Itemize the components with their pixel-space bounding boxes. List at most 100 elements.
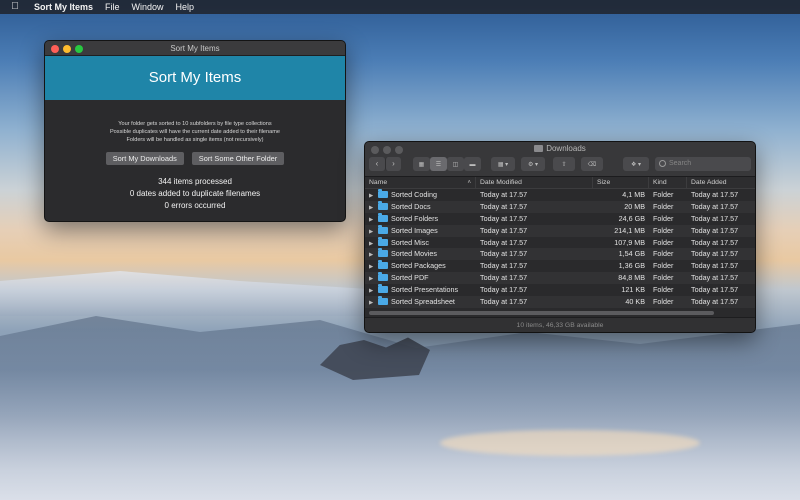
size-cell: 24,6 GB	[618, 213, 645, 223]
file-name: Sorted PDF	[391, 273, 429, 283]
date-added-cell: Today at 17.57	[691, 261, 739, 271]
menu-help[interactable]: Help	[176, 0, 195, 14]
disclosure-triangle-icon[interactable]: ▶	[369, 286, 378, 296]
sort-my-downloads-button[interactable]: Sort My Downloads	[105, 152, 184, 165]
disclosure-triangle-icon[interactable]: ▶	[369, 215, 378, 225]
zoom-button[interactable]	[75, 44, 83, 53]
table-row[interactable]: ▶ Sorted Images Today at 17.57 214,1 MB Fold…	[365, 224, 755, 237]
tag-button[interactable]: ⌫	[581, 157, 603, 171]
file-name-cell[interactable]: ▶ Sorted Misc	[365, 236, 476, 249]
icon-view-button[interactable]: ▦	[413, 157, 430, 171]
table-row[interactable]: ▶ Sorted Misc Today at 17.57 107,9 MB Folder…	[365, 236, 755, 249]
search-placeholder: Search	[669, 160, 692, 167]
apple-menu-icon[interactable]: 	[10, 0, 20, 14]
columns-icon: ◫	[452, 162, 459, 168]
file-name: Sorted Spreadsheet	[391, 297, 455, 307]
share-icon: ⇧	[561, 162, 567, 168]
disclosure-triangle-icon[interactable]: ▶	[369, 203, 378, 213]
date-modified-cell: Today at 17.57	[480, 201, 528, 211]
file-name-cell[interactable]: ▶ Sorted Docs	[365, 200, 476, 213]
file-list: ▶ Sorted Coding Today at 17.57 4,1 MB Folder…	[365, 189, 755, 309]
column-headers: Name ˄ Date Modified Size Kind Date Added	[365, 177, 755, 189]
minimize-button[interactable]	[63, 44, 71, 53]
date-added-cell: Today at 17.57	[691, 237, 739, 247]
disclosure-triangle-icon[interactable]: ▶	[369, 262, 378, 272]
disclosure-triangle-icon[interactable]: ▶	[369, 191, 378, 201]
date-added-cell: Today at 17.57	[691, 297, 739, 307]
table-row[interactable]: ▶ Sorted Folders Today at 17.57 24,6 GB Fold…	[365, 212, 755, 225]
column-header-kind[interactable]: Kind	[649, 177, 687, 188]
date-added-cell: Today at 17.57	[691, 273, 739, 283]
back-button[interactable]: ‹	[369, 157, 385, 171]
gallery-view-button[interactable]: ▬	[464, 157, 481, 171]
file-name-cell[interactable]: ▶ Sorted PDF	[365, 272, 476, 284]
window-titlebar[interactable]: Sort My Items	[45, 41, 345, 56]
items-processed-text: 344 items processed	[158, 177, 232, 186]
sort-my-items-window: Sort My Items Sort My Items Your folder …	[44, 40, 346, 222]
kind-cell: Folder	[653, 249, 674, 259]
column-header-size[interactable]: Size	[593, 177, 649, 188]
group-by-button[interactable]: ▦ ▾	[491, 157, 515, 171]
size-cell: 107,9 MB	[614, 237, 645, 247]
menu-app-name[interactable]: Sort My Items	[34, 0, 93, 14]
file-name-cell[interactable]: ▶ Sorted Spreadsheet	[365, 296, 476, 308]
disclosure-triangle-icon[interactable]: ▶	[369, 250, 378, 260]
sort-other-folder-button[interactable]: Sort Some Other Folder	[191, 152, 285, 165]
table-row[interactable]: ▶ Sorted Movies Today at 17.57 1,54 GB Folde…	[365, 248, 755, 261]
table-row[interactable]: ▶ Sorted Packages Today at 17.57 1,36 GB Fol…	[365, 260, 755, 273]
finder-toolbar[interactable]: Downloads ‹ › ▦ ☰ ◫ ▬ ▦ ▾ ⚙ ▾ ⇧ ⌫ ❖ ▾ Se…	[365, 142, 755, 177]
kind-cell: Folder	[653, 297, 674, 307]
chevron-left-icon: ‹	[375, 159, 379, 168]
date-modified-cell: Today at 17.57	[480, 225, 528, 235]
file-name-cell[interactable]: ▶ Sorted Images	[365, 224, 476, 237]
action-menu-button[interactable]: ⚙ ▾	[521, 157, 545, 171]
wallpaper-sunlight	[440, 430, 700, 456]
file-name-cell[interactable]: ▶ Sorted Movies	[365, 248, 476, 260]
dates-added-text: 0 dates added to duplicate filenames	[129, 189, 261, 198]
table-row[interactable]: ▶ Sorted Coding Today at 17.57 4,1 MB Folder…	[365, 189, 755, 201]
table-row[interactable]: ▶ Sorted Docs Today at 17.57 20 MB Folder Tod…	[365, 200, 755, 213]
dropbox-button[interactable]: ❖ ▾	[623, 157, 649, 171]
file-name-cell[interactable]: ▶ Sorted Packages	[365, 260, 476, 272]
finder-title-text: Downloads	[546, 144, 586, 153]
column-header-name[interactable]: Name ˄	[365, 177, 476, 188]
finder-title: Downloads	[365, 143, 755, 155]
column-header-date-modified[interactable]: Date Modified	[476, 177, 593, 188]
folder-icon	[378, 189, 388, 198]
column-view-button[interactable]: ◫	[447, 157, 464, 171]
menu-file[interactable]: File	[105, 0, 120, 14]
menu-window[interactable]: Window	[132, 0, 164, 14]
horizontal-scrollbar[interactable]	[365, 309, 755, 317]
disclosure-triangle-icon[interactable]: ▶	[369, 274, 378, 284]
disclosure-triangle-icon[interactable]: ▶	[369, 227, 378, 237]
size-cell: 4,1 MB	[622, 190, 645, 199]
file-name: Sorted Misc	[391, 237, 429, 247]
kind-cell: Folder	[653, 201, 674, 211]
result-stats: 344 items processed 0 dates added to dup…	[45, 176, 345, 212]
file-name-cell[interactable]: ▶ Sorted Presentations	[365, 284, 476, 296]
search-field[interactable]: Search	[655, 157, 751, 171]
scrollbar-thumb[interactable]	[369, 311, 714, 315]
column-header-date-added[interactable]: Date Added	[687, 177, 755, 188]
search-icon	[659, 160, 666, 167]
downloads-finder-window: Downloads ‹ › ▦ ☰ ◫ ▬ ▦ ▾ ⚙ ▾ ⇧ ⌫ ❖ ▾ Se…	[364, 141, 756, 333]
disclosure-triangle-icon[interactable]: ▶	[369, 239, 378, 249]
date-added-cell: Today at 17.57	[691, 190, 739, 199]
window-controls	[51, 44, 87, 53]
disclosure-triangle-icon[interactable]: ▶	[369, 298, 378, 308]
kind-cell: Folder	[653, 190, 674, 199]
share-button[interactable]: ⇧	[553, 157, 575, 171]
file-name: Sorted Docs	[391, 201, 431, 211]
errors-text: 0 errors occurred	[164, 201, 226, 210]
folder-icon	[378, 284, 388, 294]
forward-button[interactable]: ›	[385, 157, 401, 171]
table-row[interactable]: ▶ Sorted PDF Today at 17.57 84,8 MB Folder To…	[365, 272, 755, 285]
file-name-cell[interactable]: ▶ Sorted Folders	[365, 212, 476, 225]
kind-cell: Folder	[653, 225, 674, 235]
table-row[interactable]: ▶ Sorted Presentations Today at 17.57 121 K…	[365, 284, 755, 297]
window-title: Sort My Items	[170, 44, 220, 53]
close-button[interactable]	[51, 44, 59, 53]
list-view-button[interactable]: ☰	[430, 157, 447, 171]
file-name-cell[interactable]: ▶ Sorted Coding	[365, 189, 476, 201]
table-row[interactable]: ▶ Sorted Spreadsheet Today at 17.57 40 KB Fo…	[365, 296, 755, 308]
